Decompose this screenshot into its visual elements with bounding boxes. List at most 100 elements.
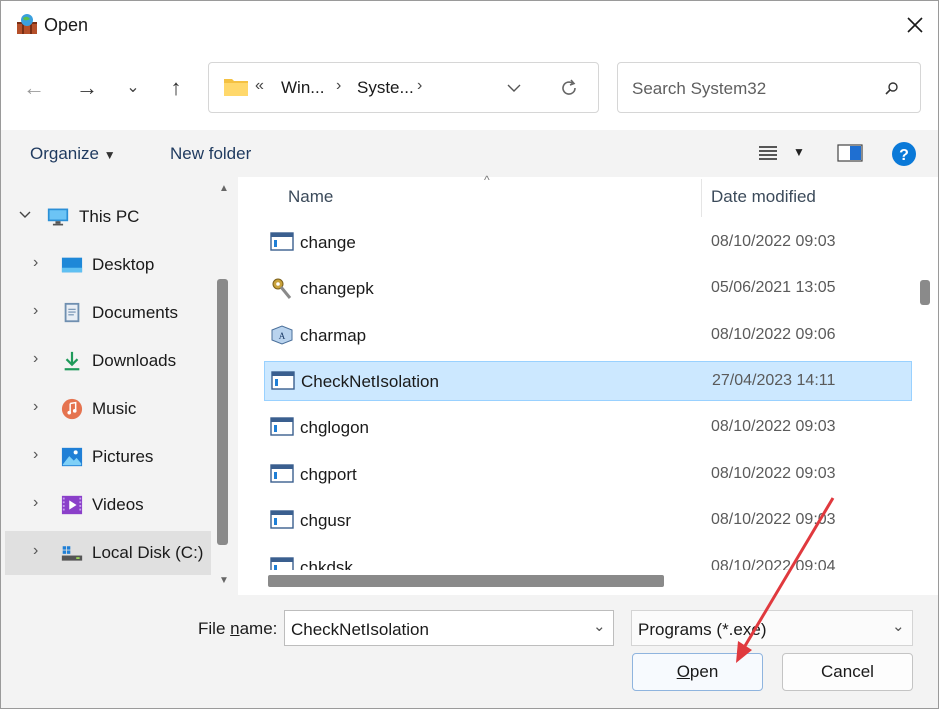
close-button[interactable] xyxy=(901,11,929,39)
chevron-right-icon[interactable]: › xyxy=(33,302,38,320)
chevron-right-icon[interactable]: › xyxy=(33,542,38,560)
disk-icon xyxy=(61,546,83,561)
chevron-down-icon[interactable] xyxy=(19,207,31,225)
column-divider[interactable] xyxy=(701,179,702,217)
sidebar-item-label: Music xyxy=(92,399,137,418)
arrow-left-icon: ← xyxy=(23,75,45,100)
horizontal-scrollbar-thumb[interactable] xyxy=(268,575,664,587)
breadcrumb-overflow[interactable]: « xyxy=(255,77,264,95)
view-options-caret-icon[interactable]: ▼ xyxy=(793,145,805,159)
svg-text:A: A xyxy=(279,331,286,341)
exe-window-icon xyxy=(270,416,294,438)
breadcrumb-windows[interactable]: Win... xyxy=(281,78,324,98)
file-row-chkdsk[interactable]: chkdsk 08/10/2022 09:04 xyxy=(264,548,912,570)
command-bar: Organize ▼ New folder ▼ ? xyxy=(1,130,938,177)
key-icon xyxy=(270,277,294,299)
file-type-filter-select[interactable]: Programs (*.exe) ⌄ xyxy=(631,610,913,646)
chevron-down-icon[interactable] xyxy=(507,83,521,93)
file-name-label-suffix: ame: xyxy=(239,619,278,638)
file-date-modified: 08/10/2022 09:03 xyxy=(711,233,836,250)
open-button[interactable]: Open xyxy=(632,653,763,691)
file-row-chgport[interactable]: chgport 08/10/2022 09:03 xyxy=(264,455,912,495)
sidebar-item-label: Videos xyxy=(92,495,144,514)
caret-down-icon: ▼ xyxy=(103,148,116,162)
file-row-change[interactable]: change 08/10/2022 09:03 xyxy=(264,223,912,263)
file-name: chglogon xyxy=(300,418,370,437)
file-date-modified: 08/10/2022 09:06 xyxy=(711,326,836,343)
view-details-icon[interactable] xyxy=(757,144,779,162)
sidebar-item-music[interactable]: › Music xyxy=(5,387,211,431)
file-row-chgusr[interactable]: chgusr 08/10/2022 09:03 xyxy=(264,501,912,541)
file-name: chkdsk xyxy=(300,558,353,570)
sidebar-item-pictures[interactable]: › Pictures xyxy=(5,435,211,479)
file-row-charmap[interactable]: Acharmap 08/10/2022 09:06 xyxy=(264,316,912,356)
charmap-icon: A xyxy=(270,324,294,346)
sidebar-item-local-disk[interactable]: › Local Disk (C:) xyxy=(5,531,211,575)
sidebar-item-downloads[interactable]: › Downloads xyxy=(5,339,211,383)
cancel-button[interactable]: Cancel xyxy=(782,653,913,691)
file-list-scrollbar[interactable] xyxy=(914,177,936,567)
window-title: Open xyxy=(44,15,89,35)
exe-window-icon xyxy=(271,370,295,392)
chevron-right-icon[interactable]: › xyxy=(33,254,38,272)
up-button[interactable]: ↑ xyxy=(163,75,189,101)
column-header-date-modified[interactable]: Date modified xyxy=(711,187,816,207)
file-name-label: File name: xyxy=(198,619,277,639)
chevron-down-icon: ⌄ xyxy=(126,79,140,96)
pictures-icon xyxy=(61,447,83,467)
sidebar-item-documents[interactable]: › Documents xyxy=(5,291,211,335)
sidebar-item-label: Downloads xyxy=(92,351,177,370)
address-bar[interactable]: « Win... › Syste... › xyxy=(208,62,599,113)
help-icon[interactable]: ? xyxy=(891,141,917,167)
organize-button[interactable]: Organize ▼ xyxy=(30,144,116,164)
file-date-modified: 08/10/2022 09:03 xyxy=(711,418,836,435)
file-date-modified: 27/04/2023 14:11 xyxy=(712,372,836,389)
navigation-pane-scrollbar[interactable]: ▲ ▼ xyxy=(213,177,235,595)
file-row-checknetisolation[interactable]: CheckNetIsolation 27/04/2023 14:11 xyxy=(264,361,912,401)
scrollbar-thumb[interactable] xyxy=(920,280,930,305)
recent-locations-button[interactable]: ⌄ xyxy=(120,75,146,101)
scroll-down-icon[interactable]: ▼ xyxy=(219,575,229,586)
breadcrumb-system32[interactable]: Syste... xyxy=(357,78,414,98)
breadcrumb-separator: › xyxy=(336,77,342,94)
sidebar-item-desktop[interactable]: › Desktop xyxy=(5,243,211,287)
back-button[interactable]: ← xyxy=(21,75,47,101)
file-name-value: CheckNetIsolation xyxy=(291,620,429,639)
sidebar-item-label: Documents xyxy=(92,303,178,322)
open-access-key: O xyxy=(676,662,690,681)
chevron-down-icon[interactable]: ⌄ xyxy=(593,617,606,635)
app-icon xyxy=(15,12,39,36)
sidebar-item-videos[interactable]: › Videos xyxy=(5,483,211,527)
file-name-label-access-key: n xyxy=(230,619,240,638)
documents-icon xyxy=(64,302,80,323)
scroll-up-icon[interactable]: ▲ xyxy=(219,183,229,194)
file-name-input[interactable]: CheckNetIsolation ⌄ xyxy=(284,610,614,646)
exe-window-icon xyxy=(270,231,294,253)
refresh-icon[interactable] xyxy=(559,78,579,98)
file-row-changepk[interactable]: changepk 05/06/2021 13:05 xyxy=(264,269,912,309)
desktop-icon xyxy=(61,257,83,273)
scrollbar-thumb[interactable] xyxy=(217,279,228,545)
sidebar-item-this-pc[interactable]: This PC xyxy=(5,195,211,239)
search-input[interactable]: Search System32 xyxy=(632,79,766,99)
file-row-chglogon[interactable]: chglogon 08/10/2022 09:03 xyxy=(264,408,912,448)
file-date-modified: 05/06/2021 13:05 xyxy=(711,279,836,296)
new-folder-button[interactable]: New folder xyxy=(170,144,251,164)
arrow-right-icon: → xyxy=(76,75,98,100)
dialog-footer: File name: CheckNetIsolation ⌄ Programs … xyxy=(1,595,938,708)
monitor-icon xyxy=(47,208,69,226)
forward-button[interactable]: → xyxy=(74,75,100,101)
videos-icon xyxy=(61,495,83,515)
music-icon xyxy=(61,398,83,420)
chevron-right-icon[interactable]: › xyxy=(33,446,38,464)
column-header-name[interactable]: Name xyxy=(288,187,333,207)
file-name: charmap xyxy=(300,326,367,345)
preview-pane-icon[interactable] xyxy=(837,143,863,163)
open-label-rest: pen xyxy=(689,662,719,681)
chevron-right-icon[interactable]: › xyxy=(33,398,38,416)
sidebar-item-label: This PC xyxy=(79,207,140,226)
file-type-filter-value: Programs (*.exe) xyxy=(638,620,767,639)
chevron-right-icon[interactable]: › xyxy=(33,494,38,512)
chevron-right-icon[interactable]: › xyxy=(33,350,38,368)
search-box[interactable]: Search System32 xyxy=(617,62,921,113)
